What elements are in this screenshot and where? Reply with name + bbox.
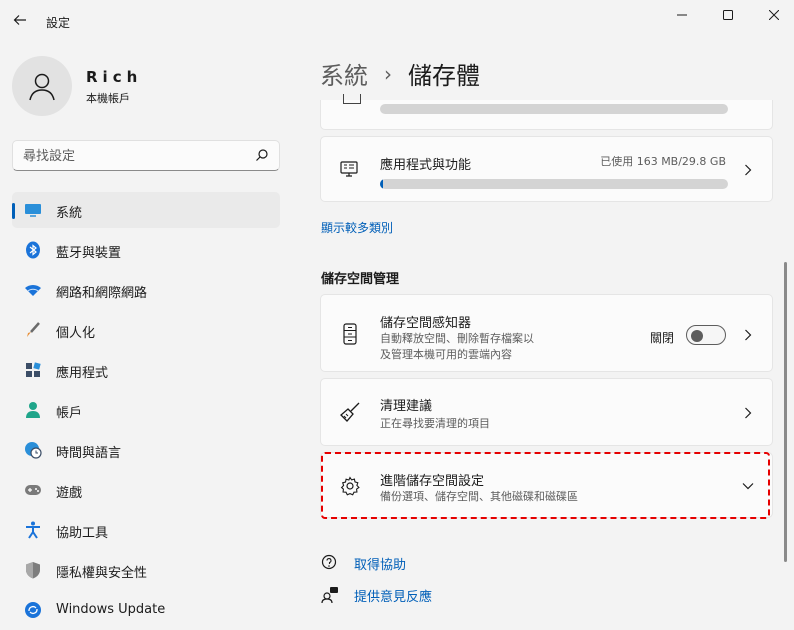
search-box[interactable]: [12, 140, 280, 171]
get-help-label: 取得協助: [354, 557, 407, 573]
storage-sense-desc-line2: 及管理本機可用的雲端內容: [380, 348, 512, 361]
sidebar-item-time-language[interactable]: 時間與語言: [12, 432, 280, 468]
sidebar-item-apps[interactable]: 應用程式: [12, 352, 280, 388]
give-feedback-label: 提供意見反應: [354, 589, 433, 605]
sidebar-item-system[interactable]: 系統: [12, 192, 280, 228]
usage-bar: [380, 104, 728, 114]
app-list-icon: [339, 159, 361, 181]
category-icon: [343, 94, 361, 104]
close-button[interactable]: [756, 4, 792, 26]
breadcrumb-parent[interactable]: 系統: [320, 56, 368, 91]
account-type: 本機帳戶: [86, 92, 130, 105]
avatar: [12, 56, 72, 116]
minimize-button[interactable]: [664, 4, 700, 26]
back-button[interactable]: [10, 10, 30, 30]
sidebar-item-label: 系統: [56, 206, 83, 221]
brush-icon: [24, 321, 42, 339]
storage-category-card-partial[interactable]: [320, 94, 773, 130]
toggle-knob: [691, 330, 703, 342]
chevron-right-icon: [742, 329, 754, 341]
sidebar-item-accessibility[interactable]: 協助工具: [12, 512, 280, 548]
sidebar-item-bluetooth[interactable]: 藍牙與裝置: [12, 232, 280, 268]
sidebar-item-gaming[interactable]: 遊戲: [12, 472, 280, 508]
bluetooth-icon: [24, 241, 42, 259]
display-icon: [24, 201, 42, 219]
apps-icon: [24, 361, 42, 379]
storage-drive-icon: [339, 323, 361, 345]
breadcrumb-separator: ›: [384, 61, 392, 86]
sidebar-item-label: 藍牙與裝置: [56, 246, 122, 261]
help-chat-icon: [320, 553, 340, 573]
search-icon[interactable]: [255, 148, 269, 166]
breadcrumb: 系統 › 儲存體: [320, 56, 480, 91]
sidebar-item-accounts[interactable]: 帳戶: [12, 392, 280, 428]
search-input[interactable]: [23, 147, 243, 165]
accessibility-icon: [24, 521, 42, 539]
show-more-categories-link[interactable]: 顯示較多類別: [321, 219, 393, 236]
sidebar-item-label: 協助工具: [56, 526, 109, 541]
chevron-right-icon: [742, 407, 754, 419]
sidebar-item-label: 帳戶: [56, 406, 83, 421]
feedback-icon: [320, 585, 340, 605]
sidebar-item-label: 應用程式: [56, 366, 109, 381]
back-arrow-icon: [13, 15, 26, 25]
storage-sense-desc-line1: 自動釋放空間、刪除暫存檔案以: [380, 332, 534, 345]
chevron-right-icon: [742, 164, 754, 176]
user-icon: [29, 73, 55, 101]
sidebar-item-privacy[interactable]: 隱私權與安全性: [12, 552, 280, 588]
app-title: 設定: [46, 16, 71, 30]
person-icon: [24, 401, 42, 419]
sidebar-item-label: 遊戲: [56, 486, 83, 501]
sidebar-item-label: 網路和網際網路: [56, 286, 148, 301]
sidebar-item-windows-update[interactable]: Windows Update: [12, 592, 280, 628]
user-profile[interactable]: Rich 本機帳戶: [12, 56, 282, 116]
gamepad-icon: [24, 481, 42, 499]
update-icon: [24, 601, 42, 619]
minimize-icon: [677, 14, 687, 16]
apps-features-title: 應用程式與功能: [380, 158, 472, 173]
toggle-state-label: 關閉: [649, 331, 674, 345]
get-help-link[interactable]: 取得協助: [320, 553, 406, 573]
sidebar-item-label: Windows Update: [56, 602, 166, 617]
storage-sense-toggle[interactable]: [686, 325, 726, 345]
user-name: Rich: [86, 68, 143, 86]
storage-sense-card[interactable]: 儲存空間感知器 自動釋放空間、刪除暫存檔案以 及管理本機可用的雲端內容 關閉: [320, 294, 773, 372]
cleanup-title: 清理建議: [380, 399, 433, 414]
apps-usage-text: 已使用 163 MB/29.8 GB: [600, 155, 726, 168]
sidebar-item-personalization[interactable]: 個人化: [12, 312, 280, 348]
maximize-button[interactable]: [710, 4, 746, 26]
section-title: 儲存空間管理: [321, 272, 400, 287]
highlight-box: [321, 452, 770, 519]
page-title: 儲存體: [408, 62, 480, 90]
shield-icon: [24, 561, 42, 579]
sidebar-item-label: 隱私權與安全性: [56, 566, 148, 581]
close-icon: [769, 10, 779, 20]
title-bar: 設定: [0, 0, 794, 40]
sidebar-nav: 系統 藍牙與裝置 網路和網際網路 個人化 應用程式 帳戶 時間與語言 遊戲 協助…: [12, 192, 280, 630]
apps-features-card[interactable]: 應用程式與功能 已使用 163 MB/29.8 GB: [320, 136, 773, 202]
globe-clock-icon: [24, 441, 42, 459]
sidebar-item-network[interactable]: 網路和網際網路: [12, 272, 280, 308]
cleanup-recommendations-card[interactable]: 清理建議 正在尋找要清理的項目: [320, 378, 773, 446]
apps-usage-bar: [380, 179, 728, 189]
wifi-icon: [24, 281, 42, 299]
storage-sense-title: 儲存空間感知器: [380, 316, 472, 331]
scrollbar[interactable]: [784, 262, 787, 562]
broom-icon: [339, 401, 361, 423]
maximize-icon: [723, 10, 733, 20]
sidebar-item-label: 時間與語言: [56, 446, 122, 461]
cleanup-desc: 正在尋找要清理的項目: [380, 417, 490, 430]
give-feedback-link[interactable]: 提供意見反應: [320, 585, 432, 605]
apps-usage-fill: [380, 179, 383, 189]
sidebar-item-label: 個人化: [56, 326, 96, 341]
